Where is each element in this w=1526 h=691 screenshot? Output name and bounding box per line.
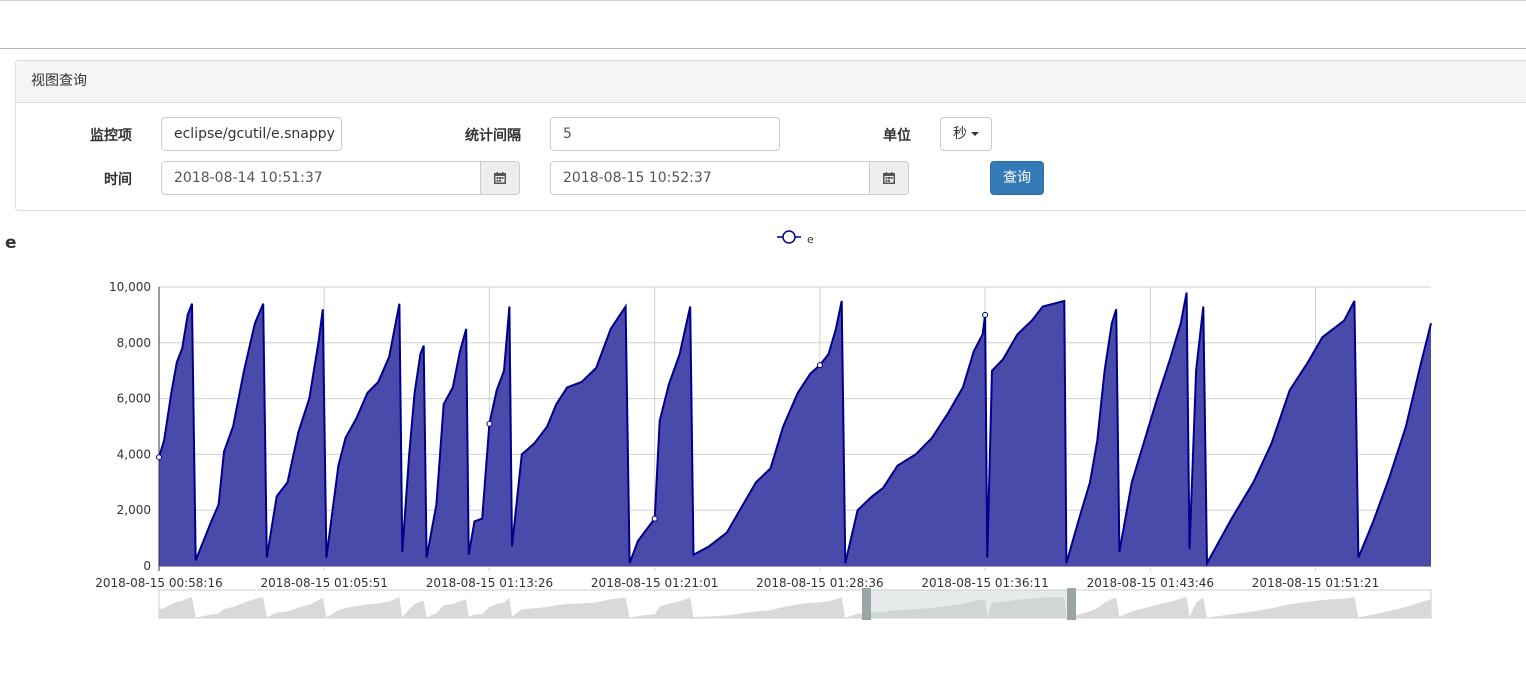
data-point	[816, 362, 823, 369]
chart-legend[interactable]: e	[777, 230, 814, 246]
navigator-selection	[866, 590, 1072, 618]
data-point	[982, 311, 989, 318]
x-tick-label: 2018-08-15 01:36:11	[921, 576, 1048, 590]
y-tick-label: 6,000	[117, 392, 151, 406]
y-tick-label: 8,000	[117, 336, 151, 350]
data-point	[651, 515, 658, 522]
x-tick-label: 2018-08-15 01:21:01	[591, 576, 718, 590]
y-tick-label: 4,000	[117, 447, 151, 461]
navigator-handle-right	[1067, 588, 1076, 620]
area-chart: e 0 2,000 4,000 6,000 8,000 10,000 2018-08-15 …	[95, 230, 1432, 620]
x-tick-label: 2018-08-15 01:43:46	[1087, 576, 1214, 590]
x-tick-label: 2018-08-15 01:28:36	[756, 576, 883, 590]
series-area	[158, 292, 1432, 567]
legend-label: e	[807, 233, 814, 246]
x-tick-label: 2018-08-15 01:05:51	[260, 576, 387, 590]
legend-marker	[782, 230, 796, 244]
data-point	[156, 454, 162, 461]
navigator-handle-left	[862, 588, 871, 620]
range-navigator[interactable]	[158, 588, 1432, 620]
x-tick-label: 2018-08-15 01:51:21	[1252, 576, 1379, 590]
y-tick-label: 0	[143, 559, 151, 573]
y-tick-label: 10,000	[109, 280, 151, 294]
y-tick-label: 2,000	[117, 503, 151, 517]
x-tick-label: 2018-08-15 00:58:16	[95, 576, 222, 590]
data-point	[486, 420, 493, 427]
x-tick-label: 2018-08-15 01:13:26	[426, 576, 553, 590]
